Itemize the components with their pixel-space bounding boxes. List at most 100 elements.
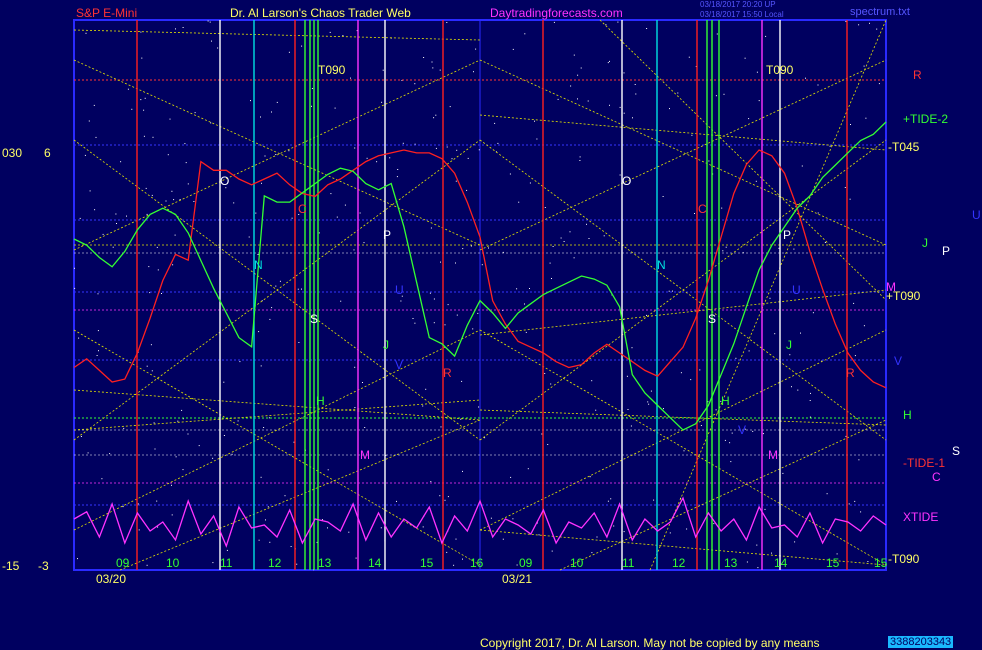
- x-tick-label: 09: [116, 556, 130, 570]
- star-dot: [330, 193, 332, 195]
- star-dot: [396, 176, 398, 178]
- star-dot: [475, 48, 477, 50]
- star-dot: [774, 333, 776, 335]
- star-dot: [853, 302, 855, 304]
- star-dot: [824, 242, 826, 243]
- star-dot: [735, 357, 737, 359]
- star-dot: [613, 525, 615, 527]
- star-field: [74, 20, 880, 571]
- star-dot: [596, 536, 598, 538]
- star-dot: [344, 204, 346, 206]
- date-label-2: 03/21: [502, 572, 533, 586]
- star-dot: [512, 518, 514, 520]
- star-dot: [171, 514, 173, 516]
- x-tick-label: 11: [622, 556, 635, 570]
- star-dot: [182, 27, 184, 28]
- star-dot: [801, 165, 803, 167]
- star-dot: [686, 528, 688, 530]
- star-dot: [560, 237, 562, 239]
- star-dot: [691, 134, 693, 136]
- star-dot: [231, 453, 233, 455]
- star-dot: [334, 107, 336, 109]
- star-dot: [102, 233, 104, 235]
- star-dot: [172, 264, 174, 266]
- right-level-label: +T090: [886, 289, 921, 303]
- star-dot: [509, 173, 511, 175]
- star-dot: [510, 476, 512, 478]
- star-dot: [650, 390, 652, 392]
- star-dot: [271, 307, 273, 309]
- star-dot: [258, 331, 260, 333]
- star-dot: [794, 541, 796, 543]
- star-dot: [318, 232, 320, 234]
- star-dot: [805, 77, 806, 79]
- star-dot: [87, 452, 89, 454]
- diagonal-line: [119, 419, 481, 571]
- right-level-label: R: [913, 68, 922, 82]
- star-dot: [769, 297, 771, 299]
- diagonal-line: [559, 419, 887, 571]
- star-dot: [175, 28, 176, 30]
- star-dot: [88, 120, 90, 122]
- star-dot: [502, 538, 504, 540]
- star-dot: [402, 142, 404, 144]
- star-dot: [258, 539, 260, 541]
- copyright-text: Copyright 2017, Dr. Al Larson. May not b…: [480, 636, 820, 650]
- star-dot: [836, 553, 838, 555]
- star-dot: [126, 215, 127, 217]
- star-dot: [209, 21, 211, 23]
- diagonal-line: [73, 329, 481, 566]
- star-dot: [812, 312, 814, 314]
- star-dot: [144, 97, 146, 99]
- star-dot: [412, 318, 414, 319]
- star-dot: [260, 476, 262, 478]
- star-dot: [146, 213, 148, 215]
- star-dot: [122, 506, 124, 508]
- x-tick-label: 11: [220, 556, 233, 570]
- x-tick-label: 10: [570, 556, 584, 570]
- star-dot: [433, 117, 435, 119]
- star-dot: [239, 361, 241, 363]
- event-marker-label: R: [846, 366, 855, 380]
- star-dot: [579, 160, 581, 161]
- star-dot: [844, 187, 846, 188]
- star-dot: [433, 298, 435, 300]
- star-dot: [84, 154, 86, 156]
- star-dot: [389, 157, 391, 159]
- star-dot: [400, 300, 402, 302]
- event-marker-label: J: [786, 338, 792, 352]
- star-dot: [193, 201, 195, 202]
- right-level-label: J: [922, 236, 928, 250]
- star-dot: [858, 459, 860, 461]
- star-dot: [290, 546, 292, 547]
- star-dot: [627, 409, 629, 410]
- diagonal-line: [649, 19, 887, 571]
- star-dot: [210, 122, 212, 124]
- right-level-label: -TIDE-1: [903, 456, 945, 470]
- star-dot: [587, 100, 589, 102]
- event-marker-label: P: [383, 228, 392, 242]
- star-dot: [538, 534, 540, 536]
- event-marker-label: M: [768, 448, 778, 462]
- star-dot: [516, 564, 518, 566]
- star-dot: [635, 93, 637, 95]
- star-dot: [527, 468, 529, 470]
- star-dot: [619, 106, 621, 108]
- star-dot: [181, 409, 183, 411]
- star-dot: [467, 157, 469, 159]
- star-dot: [165, 200, 167, 202]
- star-dot: [137, 503, 139, 505]
- site-link[interactable]: Daytradingforecasts.com: [490, 6, 623, 20]
- star-dot: [553, 21, 555, 23]
- star-dot: [573, 54, 575, 56]
- star-dot: [396, 500, 397, 502]
- star-dot: [699, 369, 701, 371]
- star-dot: [430, 227, 432, 229]
- star-dot: [607, 500, 609, 502]
- star-dot: [187, 433, 189, 435]
- star-dot: [623, 531, 625, 533]
- star-dot: [85, 32, 87, 34]
- star-dot: [570, 85, 572, 87]
- star-dot: [725, 246, 727, 248]
- star-dot: [446, 22, 448, 23]
